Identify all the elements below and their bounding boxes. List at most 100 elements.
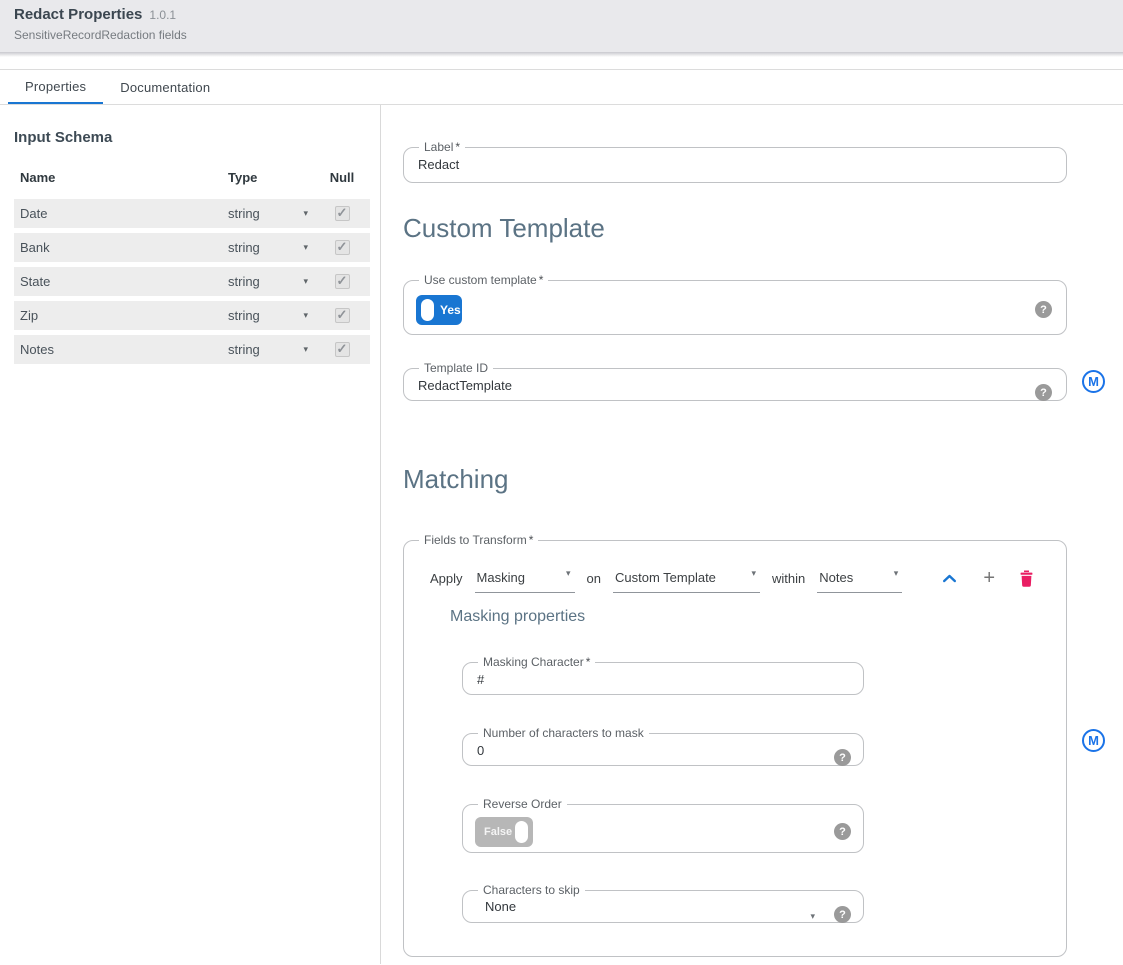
- chevron-down-icon: ▾: [751, 568, 756, 579]
- field-name: Bank: [14, 240, 228, 255]
- required-asterisk: *: [529, 533, 534, 547]
- use-custom-template-label: Use custom template*: [419, 273, 548, 287]
- apply-select-value: Masking: [477, 570, 525, 585]
- reverse-order-field: Reverse Order False ?: [462, 797, 864, 853]
- tab-bar: Properties Documentation: [0, 69, 1123, 105]
- input-schema-panel: Input Schema Name Type Null Date string …: [0, 105, 381, 964]
- masking-character-label: Masking Character*: [478, 655, 595, 669]
- masking-macro-button[interactable]: M: [1082, 729, 1105, 752]
- use-custom-template-toggle[interactable]: Yes: [416, 295, 462, 325]
- type-select[interactable]: string ▾: [228, 240, 314, 255]
- input-schema-title: Input Schema: [14, 129, 370, 146]
- table-row: Bank string ▾: [14, 233, 370, 262]
- chevron-down-icon: ▾: [303, 208, 308, 219]
- chevron-down-icon: ▾: [303, 344, 308, 355]
- trash-icon: [1019, 570, 1034, 587]
- type-select[interactable]: string ▾: [228, 206, 314, 221]
- matching-heading: Matching: [403, 464, 1123, 494]
- collapse-button[interactable]: [940, 574, 958, 583]
- masking-properties-heading: Masking properties: [450, 607, 1054, 626]
- toggle-value: False: [484, 826, 512, 838]
- template-id-input[interactable]: RedactTemplate: [416, 375, 1054, 395]
- null-checkbox[interactable]: [335, 308, 350, 323]
- toggle-knob: [515, 821, 528, 843]
- type-select[interactable]: string ▾: [228, 274, 314, 289]
- chevron-down-icon: ▾: [303, 310, 308, 321]
- type-value: string: [228, 342, 260, 357]
- custom-template-heading: Custom Template: [403, 213, 1123, 243]
- page-subtitle: SensitiveRecordRedaction fields: [14, 28, 1123, 42]
- within-select[interactable]: Notes ▾: [817, 563, 902, 593]
- num-chars-label: Number of characters to mask: [478, 726, 649, 740]
- input-schema-table: Name Type Null Date string ▾ Bank string…: [14, 170, 370, 364]
- table-row: Date string ▾: [14, 199, 370, 228]
- required-asterisk: *: [539, 273, 544, 287]
- null-checkbox[interactable]: [335, 342, 350, 357]
- label-input[interactable]: Redact: [416, 154, 1054, 174]
- page-title: Redact Properties: [14, 6, 142, 23]
- table-row: Zip string ▾: [14, 301, 370, 330]
- null-checkbox[interactable]: [335, 206, 350, 221]
- help-icon[interactable]: ?: [834, 749, 851, 766]
- masking-character-field: Masking Character* #: [462, 655, 864, 695]
- num-chars-field: Number of characters to mask 0 ?: [462, 726, 864, 766]
- reverse-order-label: Reverse Order: [478, 797, 567, 811]
- help-icon[interactable]: ?: [834, 906, 851, 923]
- label-field-label: Label*: [419, 140, 465, 154]
- null-checkbox[interactable]: [335, 240, 350, 255]
- on-select-value: Custom Template: [615, 570, 716, 585]
- table-row: Notes string ▾: [14, 335, 370, 364]
- use-custom-template-field: Use custom template* Yes ?: [403, 273, 1067, 335]
- num-chars-input[interactable]: 0: [475, 740, 851, 760]
- add-rule-button[interactable]: +: [980, 567, 998, 590]
- chars-to-skip-select[interactable]: None: [475, 896, 516, 916]
- help-icon[interactable]: ?: [1035, 384, 1052, 401]
- chars-to-skip-field: Characters to skip None ▾ ?: [462, 883, 864, 923]
- type-value: string: [228, 206, 260, 221]
- column-header-name: Name: [14, 170, 228, 185]
- template-id-label: Template ID: [419, 361, 493, 375]
- tab-documentation[interactable]: Documentation: [103, 70, 227, 104]
- table-row: State string ▾: [14, 267, 370, 296]
- within-select-value: Notes: [819, 570, 853, 585]
- required-asterisk: *: [455, 140, 460, 154]
- version-label: 1.0.1: [149, 8, 176, 22]
- type-select[interactable]: string ▾: [228, 308, 314, 323]
- chevron-up-icon: [944, 576, 955, 581]
- field-name: Date: [14, 206, 228, 221]
- masking-character-input[interactable]: #: [475, 669, 851, 689]
- toggle-knob: [421, 299, 434, 321]
- help-icon[interactable]: ?: [1035, 301, 1052, 318]
- template-id-macro-button[interactable]: M: [1082, 370, 1105, 393]
- apply-select[interactable]: Masking ▾: [475, 563, 575, 593]
- delete-rule-button[interactable]: [1018, 570, 1035, 587]
- label-field: Label* Redact: [403, 140, 1067, 183]
- field-name: Zip: [14, 308, 228, 323]
- on-label: on: [587, 571, 601, 586]
- field-name: State: [14, 274, 228, 289]
- on-select[interactable]: Custom Template ▾: [613, 563, 760, 593]
- chevron-down-icon: ▾: [303, 276, 308, 287]
- type-select[interactable]: string ▾: [228, 342, 314, 357]
- transform-rule-row: Apply Masking ▾ on Custom Template ▾ wit…: [430, 560, 1054, 596]
- help-icon[interactable]: ?: [834, 823, 851, 840]
- field-name: Notes: [14, 342, 228, 357]
- required-asterisk: *: [586, 655, 591, 669]
- spacer: [0, 57, 1123, 69]
- type-value: string: [228, 240, 260, 255]
- null-checkbox[interactable]: [335, 274, 350, 289]
- table-header-row: Name Type Null: [14, 170, 370, 199]
- reverse-order-toggle[interactable]: False: [475, 817, 533, 847]
- chevron-down-icon: ▾: [894, 568, 899, 579]
- template-id-field: Template ID RedactTemplate ?: [403, 361, 1067, 401]
- fields-to-transform-group: Fields to Transform* Apply Masking ▾ on …: [403, 533, 1067, 957]
- chevron-down-icon[interactable]: ▾: [810, 911, 815, 922]
- column-header-null: Null: [314, 170, 370, 185]
- type-value: string: [228, 274, 260, 289]
- toggle-value: Yes: [440, 303, 461, 317]
- within-label: within: [772, 571, 805, 586]
- apply-label: Apply: [430, 571, 463, 586]
- tab-properties[interactable]: Properties: [8, 70, 103, 104]
- properties-form: Label* Redact Custom Template Use custom…: [381, 105, 1123, 964]
- chevron-down-icon: ▾: [566, 568, 571, 579]
